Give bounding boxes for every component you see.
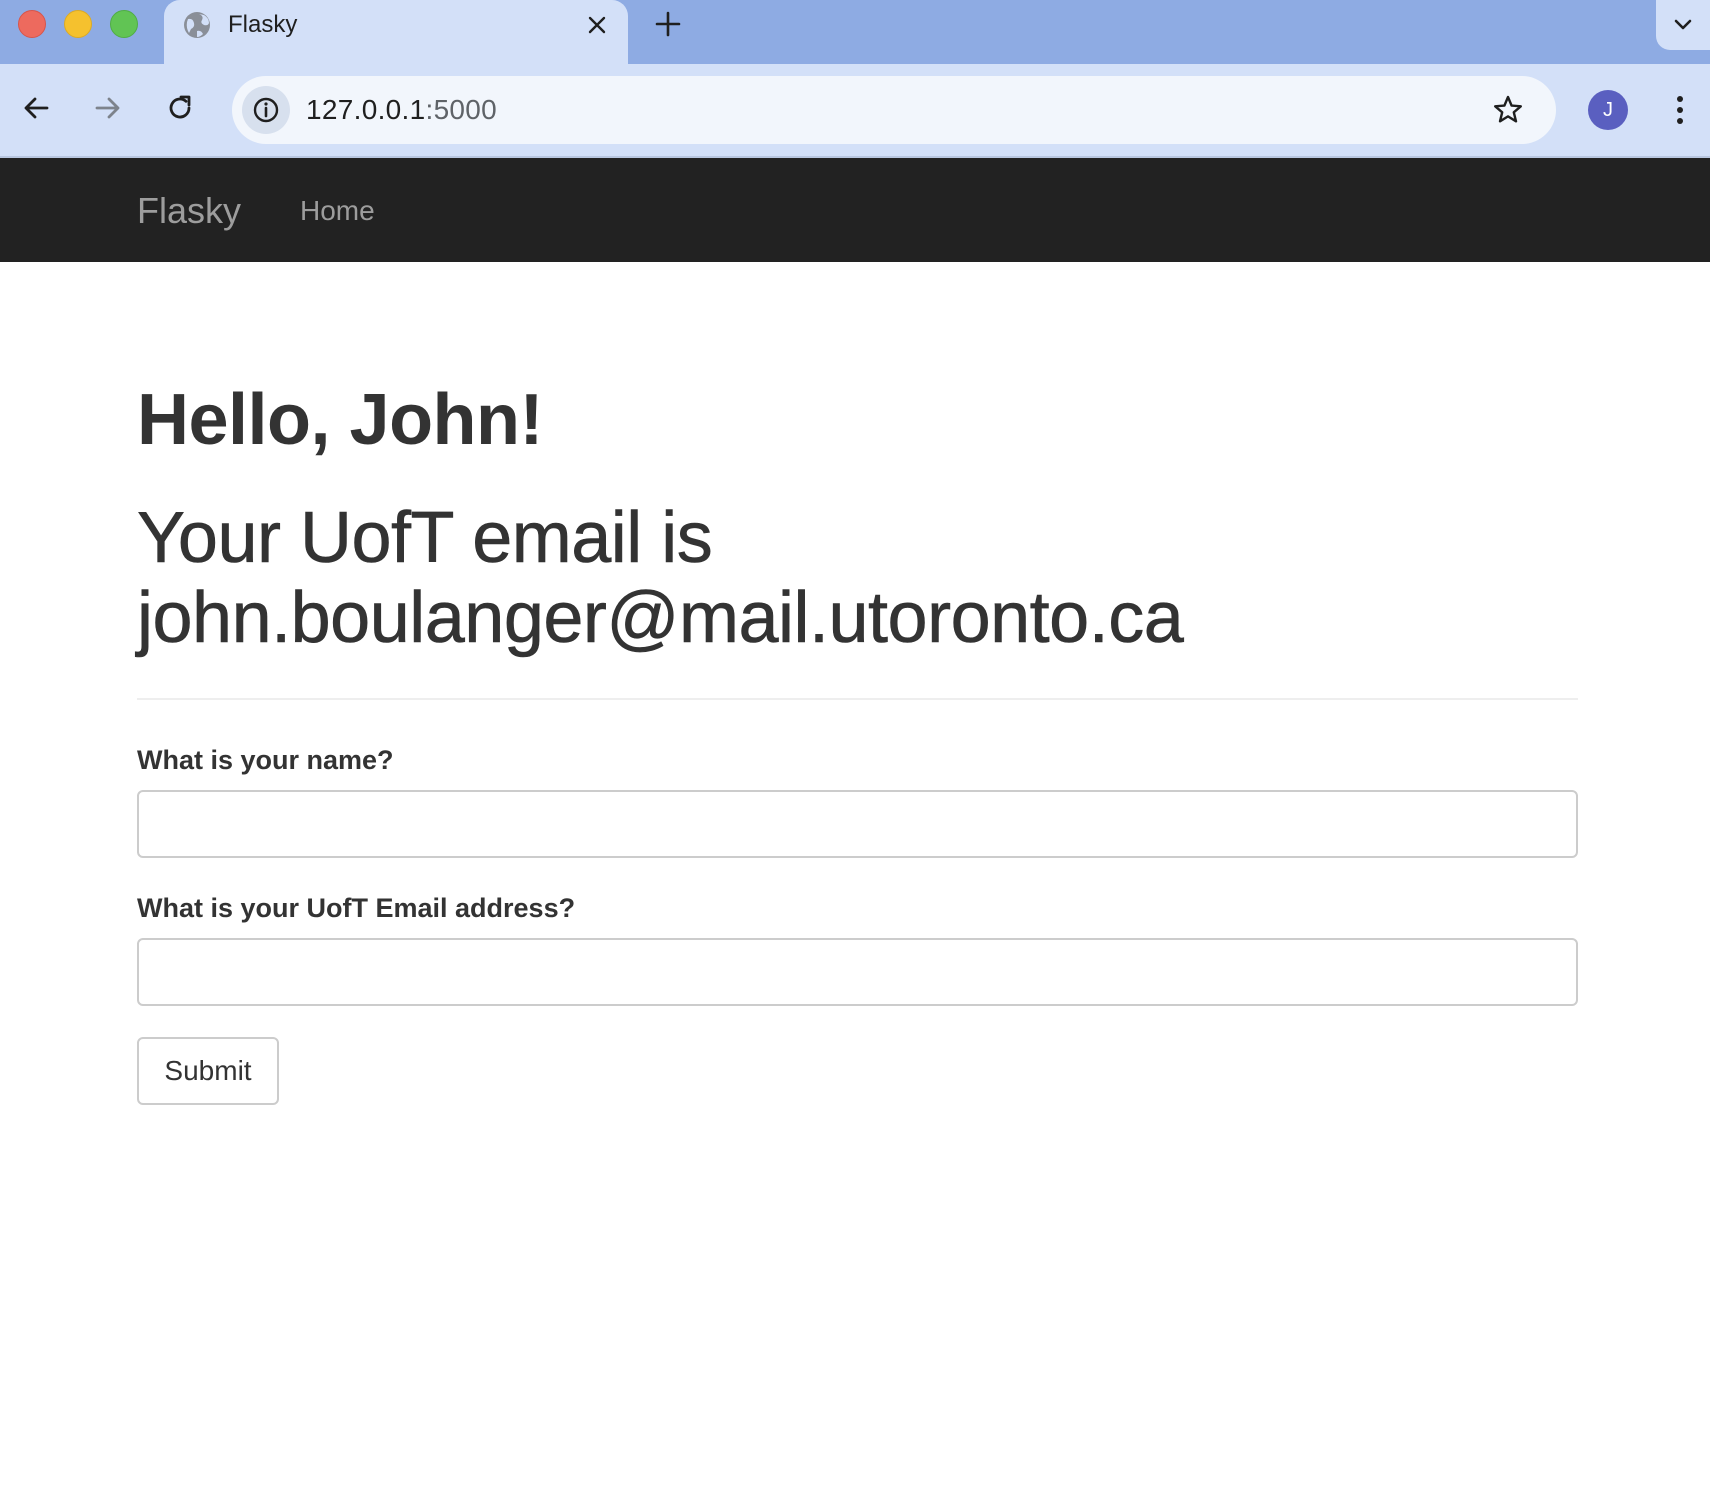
nav-link-home[interactable]: Home (300, 194, 375, 228)
tab-search-chevron-icon[interactable] (1656, 0, 1710, 50)
page-header-divider (137, 698, 1578, 700)
email-heading-line-2: john.boulanger@mail.utoronto.ca (137, 578, 1184, 659)
more-options-icon[interactable] (1662, 90, 1698, 130)
back-arrow-icon[interactable] (16, 88, 56, 128)
email-label: What is your UofT Email address? (137, 893, 576, 923)
globe-icon (182, 10, 212, 40)
submit-button[interactable]: Submit (137, 1037, 279, 1105)
profile-avatar[interactable]: J (1588, 90, 1628, 130)
address-bar[interactable]: 127.0.0.1:5000 (232, 76, 1556, 144)
email-heading-line-1: Your UofT email is (137, 498, 713, 579)
tab-title: Flasky (228, 11, 298, 38)
close-window-button[interactable] (18, 10, 46, 38)
browser-tab[interactable]: Flasky (164, 0, 628, 64)
maximize-window-button[interactable] (110, 10, 138, 38)
reload-icon[interactable] (160, 88, 200, 128)
new-tab-icon[interactable] (652, 8, 684, 40)
email-input[interactable] (137, 938, 1578, 1006)
bookmark-star-icon[interactable] (1490, 92, 1526, 128)
browser-tab-strip: Flasky (0, 0, 1710, 64)
brand-link[interactable]: Flasky (137, 191, 241, 231)
name-label: What is your name? (137, 745, 394, 775)
minimize-window-button[interactable] (64, 10, 92, 38)
name-input[interactable] (137, 790, 1578, 858)
forward-arrow-icon[interactable] (88, 88, 128, 128)
site-info-icon[interactable] (242, 86, 290, 134)
close-tab-icon[interactable] (582, 10, 612, 40)
site-navbar: Flasky Home (0, 158, 1710, 262)
url-host: 127.0.0.1 (306, 94, 426, 125)
browser-toolbar: 127.0.0.1:5000 J (0, 64, 1710, 158)
greeting-heading: Hello, John! (137, 380, 544, 460)
url-text: 127.0.0.1:5000 (306, 94, 497, 126)
url-port: :5000 (425, 94, 498, 125)
email-heading: Your UofT email is john.boulanger@mail.u… (137, 498, 1184, 659)
